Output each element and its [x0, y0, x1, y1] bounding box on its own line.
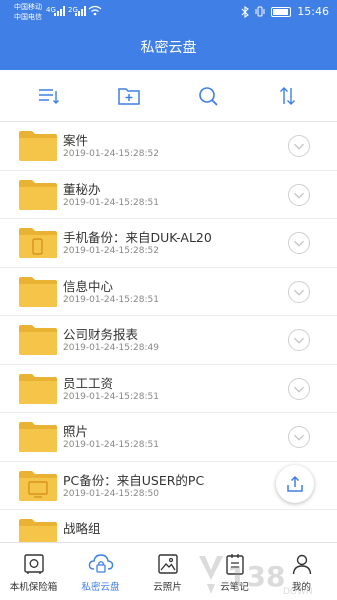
file-date: 2019-01-24-15:28:52	[63, 246, 159, 256]
list-view-icon	[39, 89, 59, 104]
chevron-down-icon[interactable]	[288, 329, 310, 351]
bluetooth-icon	[241, 5, 250, 18]
file-name: 手机备份：来自DUK-AL20	[63, 230, 212, 245]
new-folder-button[interactable]	[116, 83, 142, 109]
nav-cloud-notes[interactable]: 云笔记	[201, 543, 268, 600]
nav-me[interactable]: 我的	[268, 543, 335, 600]
status-right: 15:46	[241, 5, 329, 18]
file-date: 2019-01-24-15:28:51	[63, 197, 159, 208]
app-header: 私密云盘	[0, 24, 337, 70]
file-name: 员工工资	[63, 375, 114, 391]
chevron-down-icon[interactable]	[288, 426, 310, 448]
search-button[interactable]	[195, 83, 221, 109]
wifi-icon	[88, 5, 102, 16]
file-row[interactable]: 董秘办 2019-01-24-15:28:51	[0, 171, 337, 219]
nav-local-safe[interactable]: 本机保险箱	[0, 543, 67, 600]
toolbar	[0, 70, 337, 122]
user-icon	[292, 554, 311, 575]
nav-label: 云笔记	[220, 582, 249, 593]
upload-button[interactable]	[276, 465, 314, 503]
carrier-info: 中国移动 中国电信	[14, 2, 42, 22]
vibrate-icon	[255, 6, 265, 17]
nav-private-cloud[interactable]: 私密云盘	[67, 543, 134, 600]
file-name: 董秘办	[63, 181, 101, 197]
sort-icon	[280, 87, 295, 105]
file-name: 案件	[63, 133, 89, 148]
nav-cloud-photos[interactable]: 云照片	[134, 543, 201, 600]
list-view-button[interactable]	[35, 83, 61, 109]
chevron-down-icon[interactable]	[288, 377, 310, 400]
pc-backup-folder-icon	[19, 470, 57, 501]
battery-icon	[271, 6, 292, 17]
sort-button[interactable]	[275, 83, 301, 109]
chevron-down-icon[interactable]	[288, 135, 310, 157]
file-row[interactable]: 员工工资 2019-01-24-15:28:51	[0, 365, 337, 413]
file-name: PC备份：来自USER的PC	[63, 472, 205, 488]
safe-icon	[23, 554, 44, 574]
note-icon	[225, 554, 244, 575]
chevron-down-icon[interactable]	[288, 232, 310, 254]
nav-label: 本机保险箱	[9, 582, 58, 593]
nav-label: 我的	[291, 582, 311, 593]
chevron-down-icon[interactable]	[288, 183, 310, 206]
file-name: 照片	[63, 424, 89, 439]
bottom-nav: 本机保险箱 私密云盘 云照片 云笔记 我的	[0, 542, 337, 600]
signal-icon-2	[75, 6, 86, 16]
file-row[interactable]: 手机备份：来自DUK-AL20 2019-01-24-15:28:52	[0, 219, 337, 268]
file-name: 战略组	[63, 521, 101, 536]
file-date: 2019-01-24-15:28:51	[63, 440, 159, 450]
file-date: 2019-01-24-15:28:51	[63, 294, 159, 305]
nav-label: 私密云盘	[81, 582, 120, 593]
file-row[interactable]: 战略组	[0, 510, 337, 542]
search-icon	[199, 87, 218, 106]
chevron-down-icon[interactable]	[288, 280, 310, 303]
carrier-2: 中国电信	[14, 13, 42, 21]
file-date: 2019-01-24-15:28:51	[63, 391, 159, 402]
file-date: 2019-01-24-15:28:52	[63, 149, 159, 159]
file-date: 2019-01-24-15:28:50	[63, 488, 159, 499]
phone-backup-folder-icon	[19, 228, 57, 258]
file-row[interactable]: 照片 2019-01-24-15:28:51	[0, 413, 337, 462]
folder-icon	[19, 276, 57, 307]
page-title: 私密云盘	[140, 40, 197, 56]
file-date: 2019-01-24-15:28:49	[63, 343, 159, 353]
folder-icon	[19, 131, 57, 161]
cloud-lock-icon	[88, 554, 113, 573]
file-name: 信息中心	[63, 278, 114, 294]
nav-label: 云照片	[153, 582, 182, 593]
upload-icon	[287, 475, 303, 492]
folder-icon	[19, 325, 57, 355]
file-name: 公司财务报表	[63, 327, 139, 342]
carrier-1: 中国移动	[14, 3, 42, 11]
file-row[interactable]: 案件 2019-01-24-15:28:52	[0, 122, 337, 171]
folder-icon	[19, 422, 57, 452]
status-bar: 中国移动 中国电信 4G 2G 15:46	[0, 0, 337, 24]
status-time: 15:46	[297, 5, 329, 18]
file-row[interactable]: 信息中心 2019-01-24-15:28:51	[0, 268, 337, 316]
folder-icon	[19, 519, 57, 542]
file-row[interactable]: 公司财务报表 2019-01-24-15:28:49	[0, 316, 337, 365]
folder-icon	[19, 179, 57, 210]
new-folder-icon	[118, 88, 140, 105]
photo-icon	[157, 554, 178, 574]
signal-icon	[54, 6, 65, 16]
folder-icon	[19, 373, 57, 404]
